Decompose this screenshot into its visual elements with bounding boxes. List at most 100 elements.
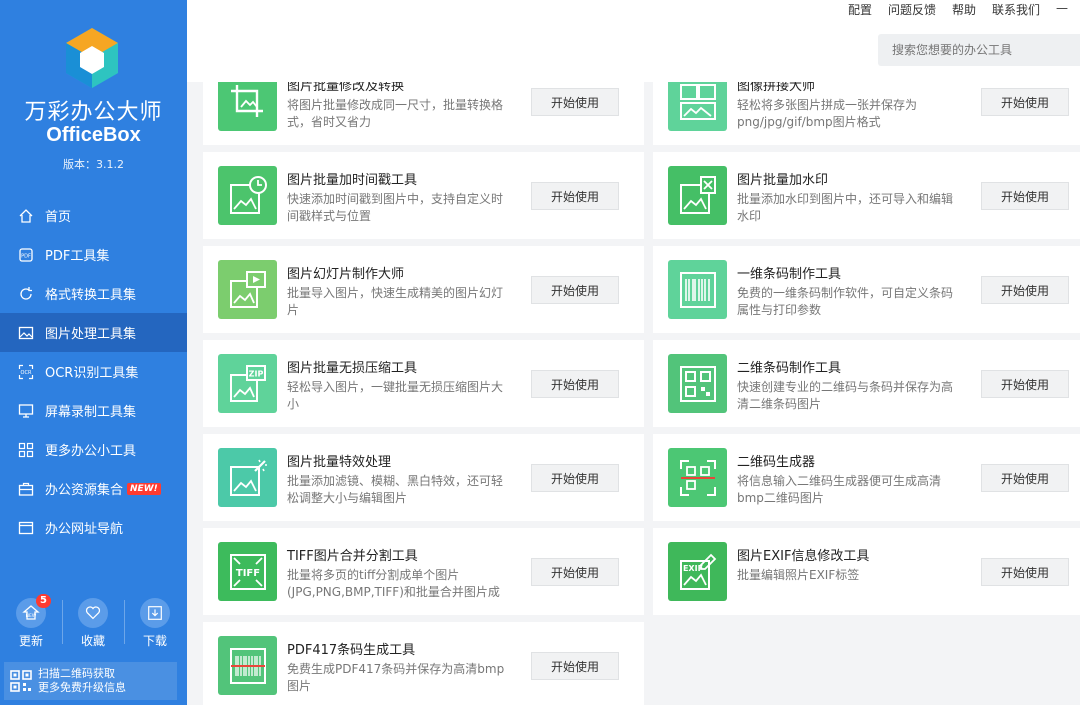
start-button[interactable]: 开始使用 [531,182,619,210]
tool-card: 图片批量修改及转换 将图片批量修改成同一尺寸，批量转换格式，省时又省力 开始使用 [203,82,644,145]
watermark-image-icon[interactable] [668,166,727,225]
start-button[interactable]: 开始使用 [531,88,619,116]
crop-image-icon[interactable] [218,82,277,131]
tool-description: 免费生成PDF417条码并保存为高清bmp图片 [287,662,505,693]
tool-description: 批量添加滤镜、模糊、黑白特效，还可轻松调整大小与编辑图片 [287,474,504,505]
sidebar-item-label: 办公网址导航 [45,522,124,537]
tool-card: 图片幻灯片制作大师 批量导入图片，快速生成精美的图片幻灯片 开始使用 [203,246,644,333]
sidebar-item-resources[interactable]: 办公资源集合 NEW! [0,469,187,508]
sidebar: 万彩办公大师 OfficeBox 版本：3.1.2 首页 PDF PDF工具集 … [0,0,187,705]
tool-title: 一维条码制作工具 [737,267,842,282]
sidebar-item-pdf[interactable]: PDF PDF工具集 [0,235,187,274]
tool-card: 一维条码制作工具 免费的一维条码制作软件，可自定义条码属性与打印参数 开始使用 [653,246,1080,333]
start-button[interactable]: 开始使用 [531,558,619,586]
qrcode-icon [10,670,32,692]
tool-description: 快速创建专业的二维码与条码并保存为高清二维条码图片 [737,380,954,411]
download-button[interactable]: 下载 [124,598,186,649]
contact-link[interactable]: 联系我们 [992,1,1040,18]
ocr-icon: OCR [18,364,34,380]
heart-icon [78,598,108,628]
tool-description: 批量编辑照片EXIF标签 [737,568,860,582]
qr-promo-line2: 更多免费升级信息 [38,681,126,694]
qrcode-generator-icon[interactable] [668,448,727,507]
slideshow-image-icon[interactable] [218,260,277,319]
effect-image-icon[interactable] [218,448,277,507]
window-icon [18,520,34,536]
help-link[interactable]: 帮助 [952,1,976,18]
start-button[interactable]: 开始使用 [981,464,1069,492]
start-button[interactable]: 开始使用 [531,464,619,492]
barcode-icon[interactable] [668,260,727,319]
stitch-image-icon[interactable] [668,82,727,131]
svg-text:NEW: NEW [26,613,37,619]
start-button[interactable]: 开始使用 [981,182,1069,210]
tool-card: 图片批量加水印 批量添加水印到图片中，还可导入和编辑水印 开始使用 [653,152,1080,239]
search-input[interactable] [878,34,1080,66]
tool-list: 图片批量修改及转换 将图片批量修改成同一尺寸，批量转换格式，省时又省力 开始使用 图像… [187,82,1080,705]
tool-card: 二维条码制作工具 快速创建专业的二维码与条码并保存为高清二维条码图片 开始使用 [653,340,1080,427]
sidebar-item-screen[interactable]: 屏幕录制工具集 [0,391,187,430]
tool-title: 图片批量特效处理 [287,455,392,470]
topbar: 配置 问题反馈 帮助 联系我们 — [187,0,1080,82]
sidebar-item-image[interactable]: 图片处理工具集 [0,313,187,352]
sidebar-item-label: 办公资源集合 [45,483,124,498]
tool-description: 轻松将多张图片拼成一张并保存为png/jpg/gif/bmp图片格式 [737,98,918,129]
config-link[interactable]: 配置 [848,1,872,18]
qr-promo[interactable]: 扫描二维码获取 更多免费升级信息 [4,662,177,700]
tool-title: 图片EXIF信息修改工具 [737,549,870,564]
svg-text:EXIF: EXIF [682,564,702,573]
tool-title: 图片批量无损压缩工具 [287,361,418,376]
svg-text:ZIP: ZIP [248,369,263,378]
start-button[interactable]: 开始使用 [981,558,1069,586]
start-button[interactable]: 开始使用 [981,276,1069,304]
start-button[interactable]: 开始使用 [531,276,619,304]
start-button[interactable]: 开始使用 [531,370,619,398]
image-icon [18,325,34,341]
start-button[interactable]: 开始使用 [981,370,1069,398]
favorites-button[interactable]: 收藏 [62,598,124,649]
tool-card: PDF417条码生成工具免费生成PDF417条码并保存为高清bmp图片 开始使用 [203,622,644,705]
sidebar-item-label: 更多办公小工具 [45,444,137,459]
sidebar-item-label: 格式转换工具集 [45,288,137,303]
download-icon [140,598,170,628]
feedback-link[interactable]: 问题反馈 [888,1,936,18]
tool-title: PDF417条码生成工具 [287,643,416,658]
minimize-button[interactable]: — [1056,1,1068,18]
start-button[interactable]: 开始使用 [531,652,619,680]
tool-description: 批量导入图片，快速生成精美的图片幻灯片 [287,286,504,317]
tool-title: 图片批量加时间戳工具 [287,173,418,188]
svg-text:TIFF: TIFF [235,568,259,579]
sidebar-item-label: 图片处理工具集 [45,327,137,342]
qrcode-maker-icon[interactable] [668,354,727,413]
download-label: 下载 [142,634,167,648]
new-badge: NEW! [127,482,161,495]
sidebar-item-format[interactable]: 格式转换工具集 [0,274,187,313]
sidebar-item-ocr[interactable]: OCR OCR识别工具集 [0,352,187,391]
app-name: 万彩办公大师 [24,100,163,125]
tool-description: 批量将多页的tiff分割成单个图片(JPG,PNG,BMP,TIFF)和批量合并… [287,568,500,599]
update-label: 更新 [18,634,43,648]
update-button[interactable]: NEW 5 更新 [0,594,62,649]
briefcase-icon [18,481,34,497]
tool-description: 快速添加时间戳到图片中，支持自定义时间戳样式与位置 [287,192,504,223]
update-count-badge: 5 [36,594,51,608]
sidebar-nav: 首页 PDF PDF工具集 格式转换工具集 图片处理工具集 OCR OCR识别工… [0,196,187,547]
zip-image-icon[interactable]: ZIP [218,354,277,413]
app-name-en: OfficeBox [46,124,141,146]
tiff-icon[interactable]: TIFF [218,542,277,601]
tool-title: TIFF图片合并分割工具 [287,549,418,564]
tool-title: 二维码生成器 [737,455,816,470]
tool-title: 图像拼接大师 [737,82,816,94]
exif-icon[interactable]: EXIF [668,542,727,601]
sidebar-item-home[interactable]: 首页 [0,196,187,235]
timestamp-image-icon[interactable] [218,166,277,225]
divider [124,600,125,644]
sidebar-item-more[interactable]: 更多办公小工具 [0,430,187,469]
tool-card: 图片批量特效处理批量添加滤镜、模糊、黑白特效，还可轻松调整大小与编辑图片 开始使用 [203,434,644,521]
sidebar-item-label: 屏幕录制工具集 [45,405,137,420]
start-button[interactable]: 开始使用 [981,88,1069,116]
home-icon [18,208,34,224]
pdf417-icon[interactable] [218,636,277,695]
monitor-icon [18,403,34,419]
sidebar-item-websites[interactable]: 办公网址导航 [0,508,187,547]
